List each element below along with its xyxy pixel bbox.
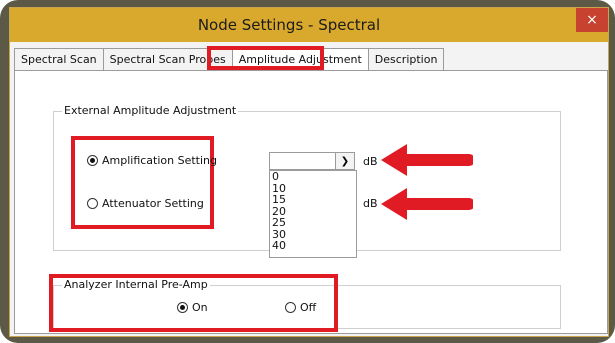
amplification-setting-label: Amplification Setting	[102, 154, 218, 167]
radio-unchecked-icon	[87, 198, 98, 209]
amplification-dropdown[interactable]: ❯	[269, 152, 355, 170]
highlight-box-radio-options	[71, 136, 214, 229]
dropdown-option[interactable]: 40	[270, 240, 356, 252]
chevron-down-icon[interactable]: ❯	[335, 153, 354, 169]
amplitude-adjustment-panel: External Amplitude Adjustment Amplificat…	[14, 70, 608, 334]
window-title: Node Settings - Spectral	[197, 16, 381, 34]
red-arrow-icon	[381, 188, 473, 220]
amplification-setting-radio[interactable]: Amplification Setting	[87, 154, 217, 167]
title-bar: Node Settings - Spectral ×	[10, 8, 608, 42]
dropdown-option[interactable]: 15	[270, 194, 356, 206]
preamp-off-radio[interactable]: Off	[285, 301, 316, 314]
close-button[interactable]: ×	[576, 8, 608, 32]
external-amplitude-legend: External Amplitude Adjustment	[62, 104, 239, 117]
dialog-window: Node Settings - Spectral × Spectral Scan…	[9, 7, 609, 337]
preamp-on-radio[interactable]: On	[177, 301, 208, 314]
tab-spectral-scan[interactable]: Spectral Scan	[14, 48, 104, 70]
tab-description[interactable]: Description	[367, 48, 445, 70]
radio-unchecked-icon	[285, 302, 296, 313]
unit-label-bottom: dB	[363, 197, 378, 210]
attenuator-setting-radio[interactable]: Attenuator Setting	[87, 197, 204, 210]
dropdown-option[interactable]: 0	[270, 171, 356, 183]
preamp-off-label: Off	[300, 301, 317, 314]
highlight-box-amplitude-tab	[207, 46, 324, 70]
attenuator-setting-label: Attenuator Setting	[102, 197, 204, 210]
dropdown-options-list[interactable]: 0 10 15 20 25 30 40	[269, 170, 357, 258]
screenshot-frame: Node Settings - Spectral × Spectral Scan…	[0, 0, 615, 343]
radio-checked-icon	[177, 302, 188, 313]
unit-label-top: dB	[363, 155, 378, 168]
red-arrow-icon	[381, 144, 473, 176]
dropdown-option[interactable]: 25	[270, 217, 356, 229]
radio-checked-icon	[87, 155, 98, 166]
preamp-on-label: On	[192, 301, 208, 314]
